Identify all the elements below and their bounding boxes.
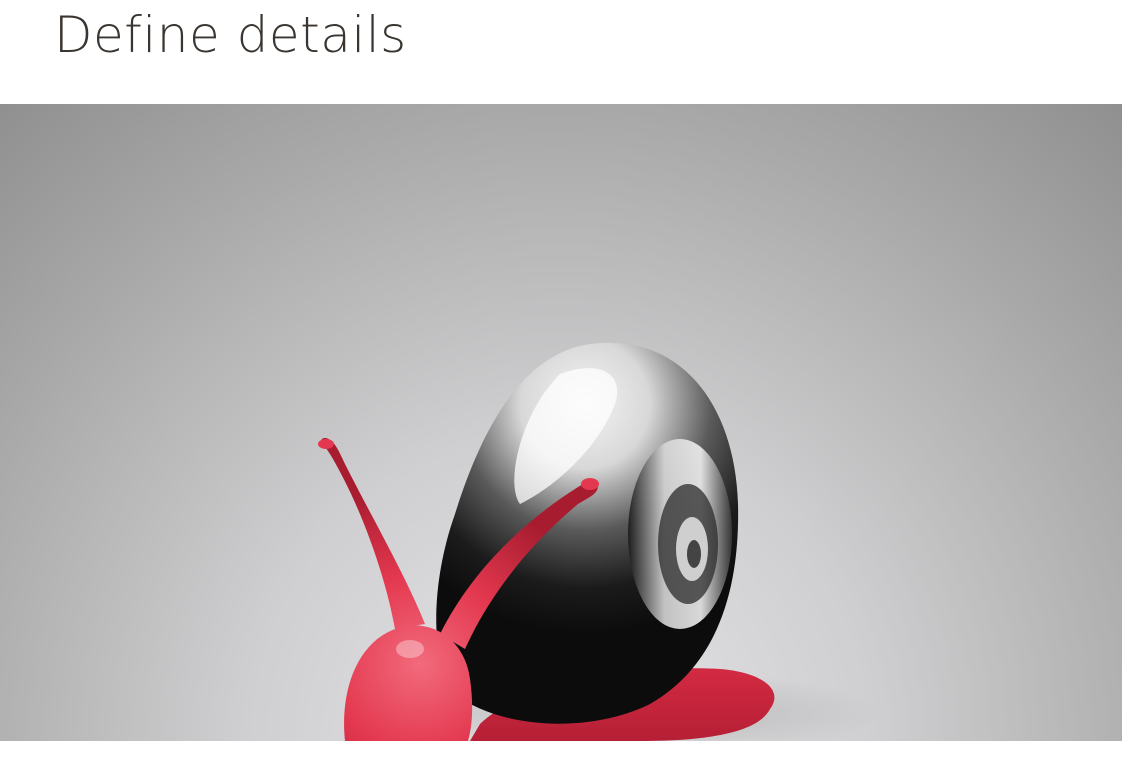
- head-highlight: [396, 640, 424, 658]
- tentacle-tip-left: [318, 439, 334, 449]
- slide-title: Define details: [54, 6, 407, 64]
- snail-render-image: [0, 104, 1122, 741]
- tentacle-tip-right: [581, 478, 599, 490]
- shell-spiral-core: [687, 540, 701, 568]
- snail-render-icon: [0, 104, 1122, 741]
- slide: Define details: [0, 0, 1122, 763]
